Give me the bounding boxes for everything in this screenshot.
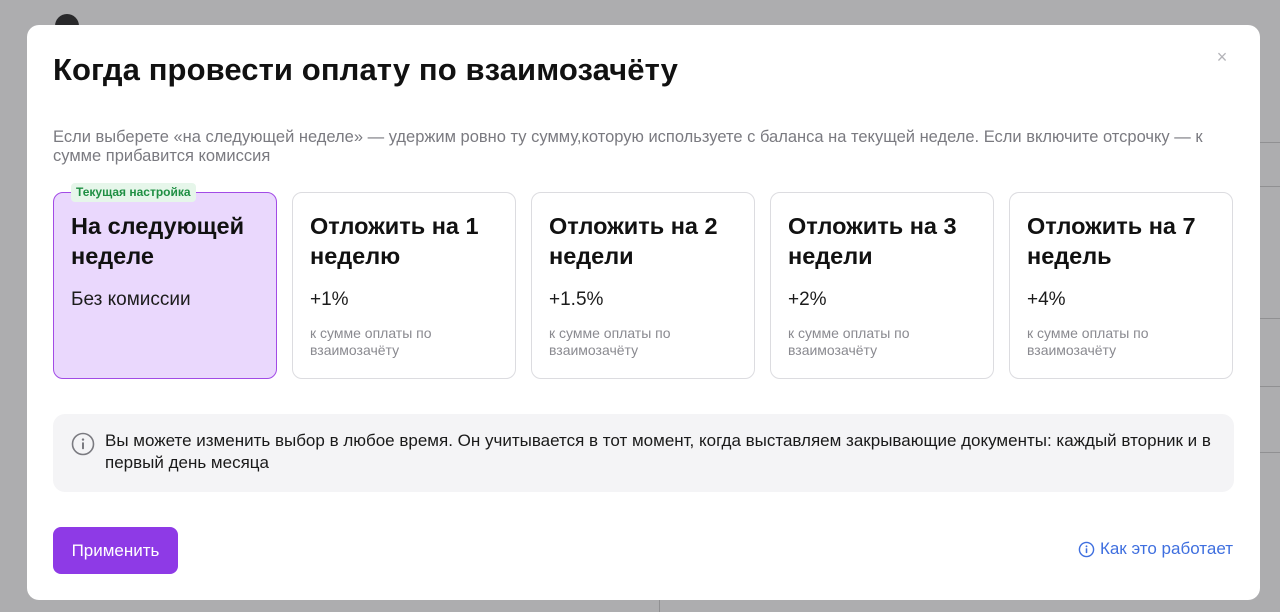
option-title: Отложить на 1 неделю [310,213,479,269]
info-icon [71,432,95,456]
how-it-works-link[interactable]: Как это работает [1078,539,1233,559]
option-note: к сумме оплаты по взаимозачёту [788,325,910,358]
info-icon [1078,541,1095,557]
option-title: Отложить на 2 недели [549,213,718,269]
option-delay-2-weeks[interactable]: Отложить на 2 недели +1.5% к сумме оплат… [531,192,755,379]
dialog-subtitle: Если выберете «на следующей неделе» — уд… [53,128,1203,165]
dialog-title: Когда провести оплату по взаимозачёту [53,52,678,87]
option-next-week[interactable]: Текущая настройка На следующей неделе Бе… [53,183,277,379]
current-setting-badge: Текущая настройка [71,183,196,202]
option-rate: Без комиссии [71,289,191,310]
option-title: Отложить на 3 недели [788,213,957,269]
option-note: к сумме оплаты по взаимозачёту [310,325,432,358]
option-rate: +4% [1027,289,1066,310]
option-rate: +2% [788,289,827,310]
info-notice: Вы можете изменить выбор в любое время. … [53,414,1234,492]
option-note: к сумме оплаты по взаимозачёту [549,325,671,358]
info-text: Вы можете изменить выбор в любое время. … [105,431,1211,472]
option-note: к сумме оплаты по взаимозачёту [1027,325,1149,358]
option-delay-7-weeks[interactable]: Отложить на 7 недель +4% к сумме оплаты … [1009,192,1233,379]
option-title: Отложить на 7 недель [1027,213,1196,269]
option-list: Текущая настройка На следующей неделе Бе… [53,183,1233,379]
option-title: На следующей неделе [71,213,245,269]
apply-button[interactable]: Применить [53,527,178,574]
option-delay-3-weeks[interactable]: Отложить на 3 недели +2% к сумме оплаты … [770,192,994,379]
option-delay-1-week[interactable]: Отложить на 1 неделю +1% к сумме оплаты … [292,192,516,379]
how-it-works-label: Как это работает [1099,539,1233,558]
payment-timing-dialog: × Когда провести оплату по взаимозачёту … [27,25,1260,600]
option-rate: +1% [310,289,349,310]
close-icon[interactable]: × [1214,48,1230,66]
option-rate: +1.5% [549,289,604,310]
